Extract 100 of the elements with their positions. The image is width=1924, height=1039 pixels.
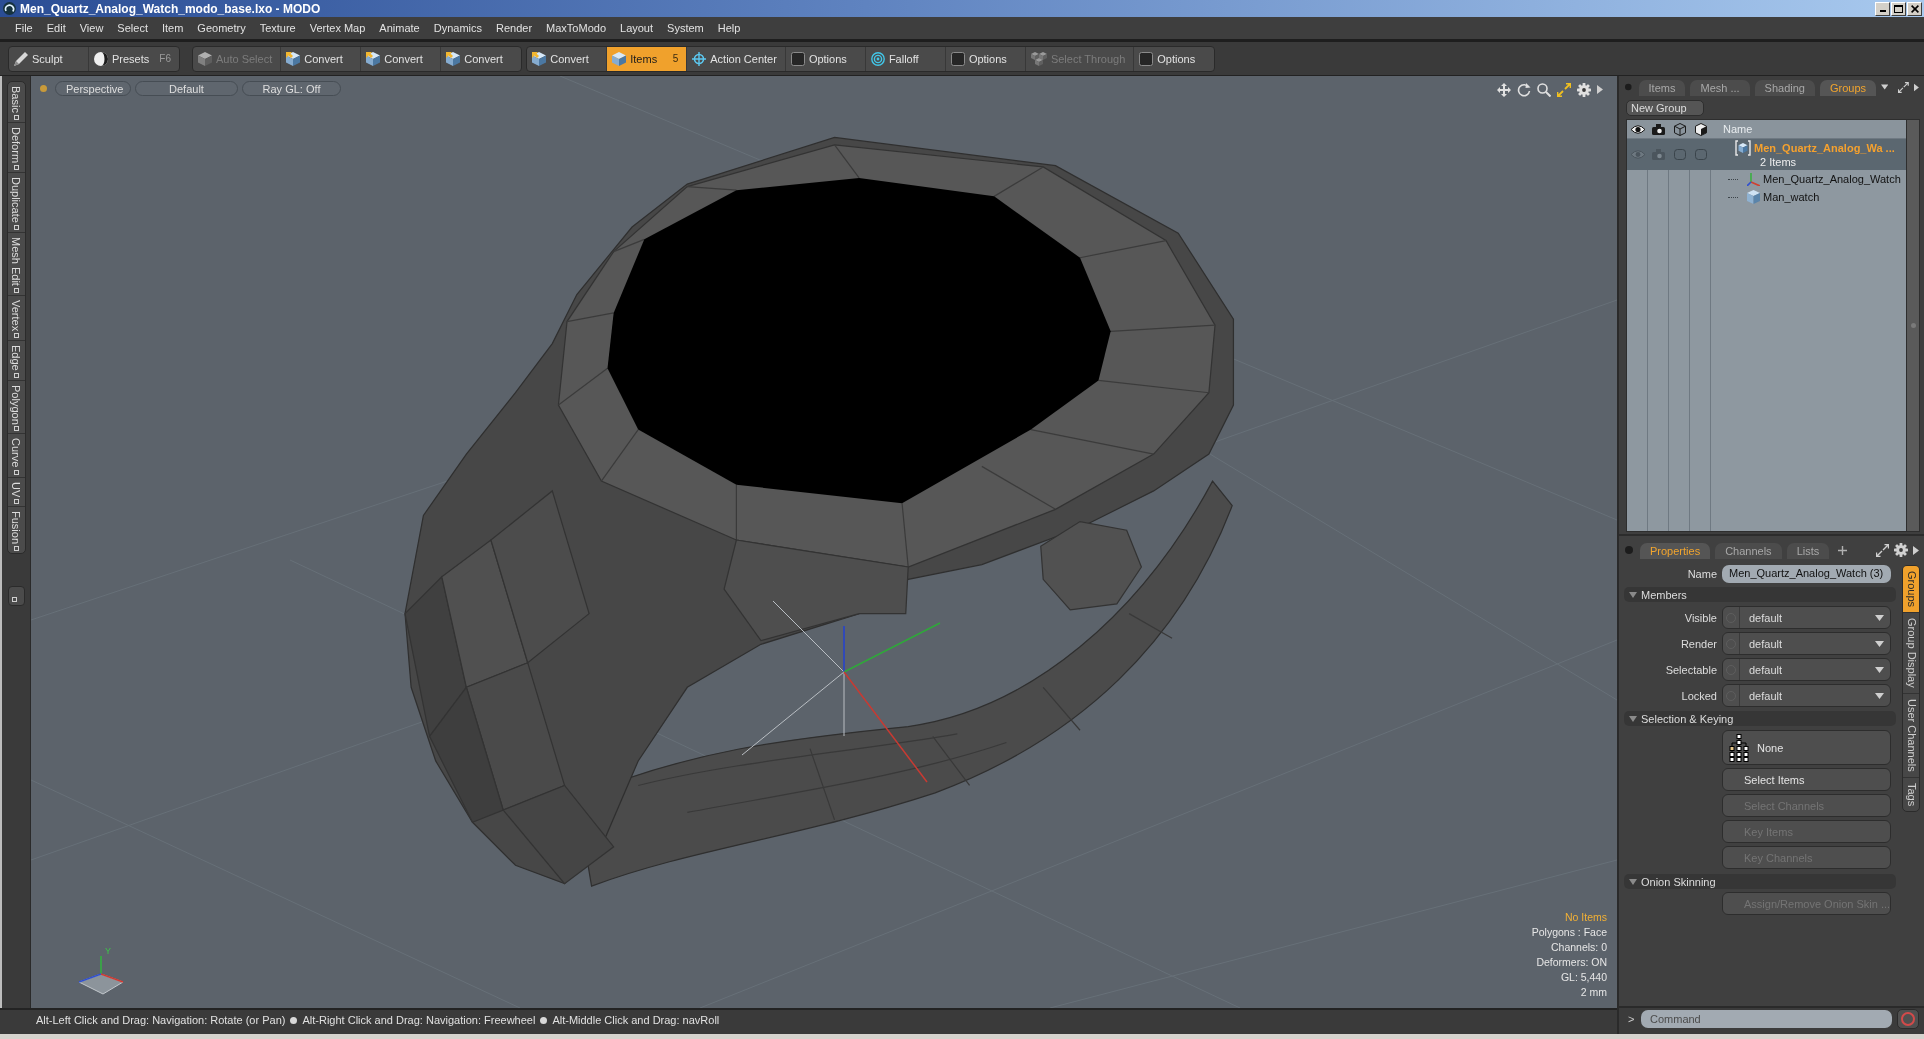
dot-icon[interactable] [1625, 83, 1632, 91]
menu-item[interactable]: System [660, 22, 711, 34]
command-field[interactable]: Command [1641, 1010, 1892, 1028]
maximize-icon[interactable] [1557, 82, 1571, 97]
tool-button[interactable]: Convert [441, 46, 522, 71]
tool-button[interactable]: Sculpt [9, 46, 89, 71]
tool-tab[interactable]: Polygon [7, 380, 25, 435]
tool-button[interactable]: Falloff [865, 46, 946, 71]
expand-icon[interactable] [1898, 80, 1910, 94]
panel-tab[interactable]: Properties [1640, 543, 1711, 559]
menu-item[interactable]: Item [154, 22, 191, 34]
section-header[interactable]: Onion Skinning [1624, 874, 1896, 889]
panel-tab[interactable]: Lists [1786, 543, 1830, 559]
search-icon[interactable] [1537, 82, 1551, 97]
menu-item[interactable]: File [8, 22, 40, 34]
tool-button[interactable]: Options [945, 46, 1026, 71]
dropdown[interactable]: default [1722, 684, 1891, 707]
viewport-button[interactable]: Ray GL: Off [242, 81, 341, 96]
tool-button[interactable]: Options [785, 46, 866, 71]
expand-icon[interactable] [1876, 543, 1889, 557]
side-tab[interactable]: Tags [1903, 777, 1919, 811]
menu-item[interactable]: Layout [613, 22, 661, 34]
tool-tab[interactable]: Deform [7, 122, 25, 173]
tool-button[interactable]: Action Center [687, 46, 786, 71]
viewport-stat: Polygons : Face [1531, 925, 1607, 940]
tool-button[interactable]: Presets F6 [89, 46, 179, 71]
scroll-handle-icon[interactable] [1910, 323, 1916, 328]
eye-icon[interactable] [1630, 124, 1645, 134]
caret-right-icon[interactable] [1597, 85, 1603, 94]
minimize-button[interactable] [1875, 1, 1890, 16]
section-header[interactable]: Members [1624, 587, 1896, 602]
menu-item[interactable]: Geometry [190, 22, 253, 34]
panel-tab[interactable]: Shading [1754, 80, 1815, 96]
field-label: Visible [1683, 611, 1718, 624]
menu-item[interactable]: Dynamics [426, 22, 489, 34]
maximize-button[interactable] [1891, 1, 1906, 16]
tool-tab[interactable]: Fusion [7, 507, 25, 554]
dropdown[interactable]: default [1722, 658, 1891, 681]
tool-tab[interactable]: Vertex [7, 295, 25, 341]
section-header[interactable]: Selection & Keying [1624, 711, 1896, 726]
panel-tab[interactable]: Groups [1819, 80, 1877, 96]
caret-right-icon[interactable] [1913, 545, 1919, 555]
menu-item[interactable]: Animate [372, 22, 427, 34]
panel-tab[interactable]: Mesh ... [1690, 80, 1750, 96]
menu-item[interactable]: Render [489, 22, 540, 34]
checkbox-icon[interactable] [1673, 149, 1686, 160]
scrollbar[interactable] [1907, 119, 1920, 532]
tool-button[interactable]: Items 5 [607, 46, 688, 71]
tool-tab[interactable]: Edge [7, 340, 25, 381]
side-tab[interactable]: Group Display [1903, 613, 1919, 694]
menu-item[interactable]: Help [710, 22, 748, 34]
toggle-button[interactable] [7, 586, 25, 607]
tree-row[interactable]: Men_Quartz_Analog_Watch [1627, 170, 1906, 188]
name-field[interactable]: Men_Quartz_Analog_Watch (3) [1722, 565, 1891, 583]
camera-icon[interactable] [1652, 123, 1665, 135]
cube-icon[interactable] [1694, 122, 1707, 136]
caret-down-icon[interactable] [1881, 84, 1889, 90]
menu-item[interactable]: Vertex Map [302, 22, 373, 34]
checkbox-icon[interactable] [1694, 149, 1707, 160]
menu-item[interactable]: MaxToModo [539, 22, 613, 34]
move-icon[interactable] [1497, 82, 1511, 97]
tree-row[interactable]: Man_watch [1627, 188, 1906, 206]
side-tab[interactable]: User Channels [1903, 693, 1919, 778]
dropdown[interactable]: default [1722, 606, 1891, 629]
settings-icon[interactable] [1894, 543, 1908, 557]
dot-icon[interactable] [1625, 546, 1633, 554]
hierarchy-button[interactable]: None [1722, 730, 1891, 765]
plus-icon[interactable] [1838, 545, 1848, 555]
tool-tab[interactable]: Curve [7, 434, 25, 478]
tool-button[interactable]: Options [1134, 46, 1215, 71]
tool-button[interactable]: Convert [361, 46, 442, 71]
menu-item[interactable]: View [72, 22, 111, 34]
tool-tab[interactable]: Basic [7, 82, 25, 123]
tree-row[interactable]: Men_Quartz_Analog_Wa ... 2 Items [1627, 139, 1906, 170]
close-button[interactable] [1907, 1, 1922, 16]
cube-arrow-icon [286, 51, 301, 66]
viewport-button[interactable]: Default [135, 81, 238, 96]
tool-tab[interactable]: Duplicate [7, 172, 25, 233]
menu-item[interactable]: Select [110, 22, 155, 34]
panel-tab[interactable]: Items [1638, 80, 1686, 96]
new-group-button[interactable]: New Group [1626, 100, 1704, 116]
menu-item[interactable]: Edit [39, 22, 73, 34]
caret-down-icon [1629, 715, 1637, 722]
settings-icon[interactable] [1577, 82, 1591, 97]
menu-item[interactable]: Texture [252, 22, 303, 34]
viewport-stat: GL: 5,440 [1560, 970, 1607, 985]
rotate-icon[interactable] [1517, 82, 1531, 97]
bullet-icon [290, 1016, 298, 1024]
viewport-button[interactable]: Perspective [55, 81, 131, 96]
panel-tab[interactable]: Channels [1715, 543, 1782, 559]
cube-outline-icon[interactable] [1673, 122, 1686, 136]
dot-icon[interactable] [40, 85, 47, 92]
dropdown[interactable]: default [1722, 632, 1891, 655]
caret-right-icon[interactable] [1914, 82, 1919, 92]
record-button[interactable] [1897, 1009, 1919, 1029]
tool-tab[interactable]: UV [7, 477, 25, 508]
side-tab[interactable]: Groups [1903, 566, 1919, 614]
tool-button[interactable]: Convert [281, 46, 362, 71]
action-button[interactable]: Select Items [1722, 768, 1891, 791]
tool-tab[interactable]: Mesh Edit [7, 232, 25, 296]
